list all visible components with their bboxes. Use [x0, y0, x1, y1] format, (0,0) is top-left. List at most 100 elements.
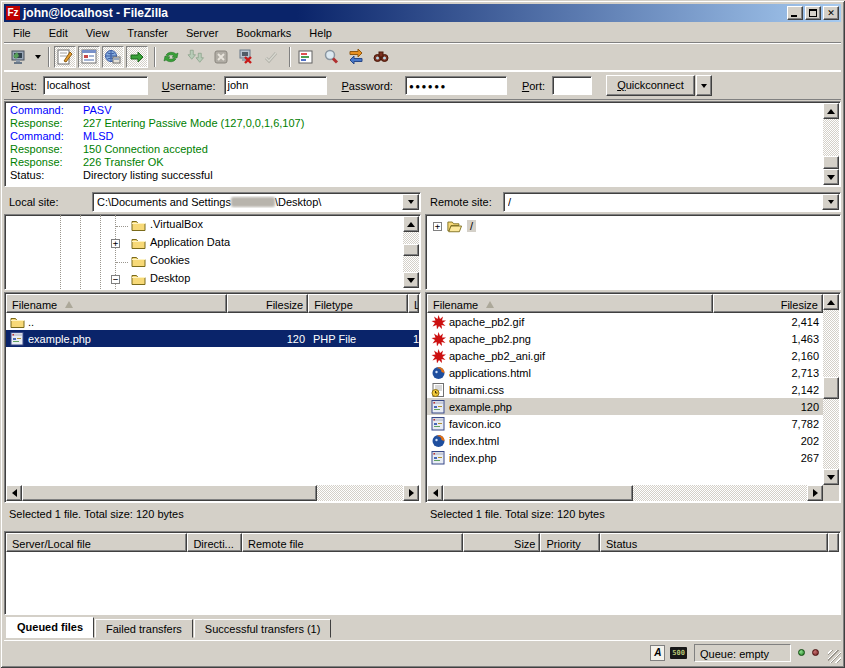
- tree-item-application-data[interactable]: + Application Data: [5, 235, 420, 252]
- process-queue-icon: [187, 48, 205, 66]
- file-row[interactable]: bitnami.css 2,142: [427, 381, 823, 398]
- menu-help[interactable]: Help: [300, 25, 341, 41]
- close-button[interactable]: ✕: [823, 6, 839, 20]
- file-row-parent-dir[interactable]: ..: [6, 313, 419, 330]
- title-bar[interactable]: Fz john@localhost - FileZilla ✕: [4, 4, 841, 22]
- quickconnect-button[interactable]: Quickconnect: [606, 75, 695, 96]
- remote-horizontal-scrollbar[interactable]: [427, 485, 823, 501]
- tree-expand-icon[interactable]: +: [111, 239, 120, 248]
- html-file-icon: [431, 366, 446, 380]
- menu-file[interactable]: File: [4, 25, 40, 41]
- file-row[interactable]: index.html 202: [427, 432, 823, 449]
- scroll-up-button[interactable]: [403, 216, 419, 232]
- toggle-local-tree-button[interactable]: [78, 46, 100, 68]
- column-header-filetype[interactable]: Filetype: [308, 294, 408, 313]
- tree-item-desktop[interactable]: − Desktop: [5, 271, 420, 288]
- toggle-transfer-queue-button[interactable]: [126, 46, 148, 68]
- menu-view[interactable]: View: [77, 25, 119, 41]
- remote-site-dropdown[interactable]: [822, 194, 839, 210]
- apache-image-file-icon: [431, 349, 446, 363]
- column-header-filesize[interactable]: Filesize: [227, 294, 308, 313]
- file-row-selected[interactable]: example.php 120: [427, 398, 823, 415]
- scroll-down-button[interactable]: [403, 272, 419, 288]
- minimize-button[interactable]: [787, 6, 803, 20]
- log-scrollbar[interactable]: [823, 103, 839, 185]
- column-header-filesize[interactable]: Filesize: [713, 294, 823, 313]
- file-row[interactable]: apache_pb2.gif 2,414: [427, 313, 823, 330]
- file-row[interactable]: apache_pb2_ani.gif 2,160: [427, 347, 823, 364]
- local-site-dropdown[interactable]: [402, 194, 419, 210]
- process-queue-button[interactable]: [185, 46, 207, 68]
- tab-successful-transfers[interactable]: Successful transfers (1): [194, 619, 332, 638]
- host-label: Host:: [11, 80, 37, 92]
- folder-icon: [131, 236, 146, 250]
- local-file-list: Filename Filesize Filetype L .. example.…: [4, 292, 421, 503]
- disconnect-button[interactable]: [235, 46, 257, 68]
- scroll-up-button[interactable]: [823, 103, 839, 119]
- find-files-button[interactable]: [370, 46, 392, 68]
- scroll-up-button[interactable]: [823, 294, 839, 310]
- remote-vertical-scrollbar[interactable]: [823, 294, 839, 485]
- scroll-right-button[interactable]: [403, 485, 419, 501]
- cancel-button[interactable]: [210, 46, 232, 68]
- username-input[interactable]: john: [224, 76, 327, 95]
- username-label: Username:: [162, 80, 216, 92]
- queue-column-remote-file[interactable]: Remote file: [242, 533, 463, 552]
- remote-site-combo[interactable]: /: [503, 192, 841, 212]
- password-input[interactable]: ●●●●●●: [405, 76, 507, 95]
- cancel-icon: [212, 48, 230, 66]
- transfer-type-indicator-icon: A: [650, 645, 665, 661]
- tab-queued-files[interactable]: Queued files: [6, 617, 94, 638]
- file-row[interactable]: favicon.ico 7,782: [427, 415, 823, 432]
- menu-server[interactable]: Server: [177, 25, 227, 41]
- scroll-left-button[interactable]: [427, 485, 443, 501]
- local-horizontal-scrollbar[interactable]: [6, 485, 419, 501]
- directory-comparison-button[interactable]: [320, 46, 342, 68]
- maximize-button[interactable]: [805, 6, 821, 20]
- queue-column-status[interactable]: Status: [600, 533, 828, 552]
- local-tree-scrollbar[interactable]: [403, 216, 419, 288]
- port-input[interactable]: [552, 76, 592, 95]
- scroll-down-button[interactable]: [823, 169, 839, 185]
- column-header-filename[interactable]: Filename: [6, 294, 227, 313]
- site-manager-button[interactable]: [7, 46, 29, 68]
- tree-collapse-icon[interactable]: −: [111, 275, 120, 284]
- scroll-down-button[interactable]: [823, 469, 839, 485]
- queue-column-size[interactable]: Size: [463, 533, 540, 552]
- menu-transfer[interactable]: Transfer: [118, 25, 177, 41]
- synchronized-browsing-button[interactable]: [345, 46, 367, 68]
- column-header-filename[interactable]: Filename: [427, 294, 713, 313]
- tab-failed-transfers[interactable]: Failed transfers: [95, 619, 193, 638]
- site-manager-dropdown[interactable]: [32, 46, 44, 68]
- queue-column-server-local-file[interactable]: Server/Local file: [6, 533, 187, 552]
- queue-column-direction[interactable]: Directi...: [187, 533, 242, 552]
- tree-item-cookies[interactable]: Cookies: [5, 253, 420, 270]
- scroll-right-button[interactable]: [807, 485, 823, 501]
- toggle-message-log-button[interactable]: [54, 46, 76, 68]
- file-row[interactable]: index.php 267: [427, 449, 823, 466]
- file-row[interactable]: apache_pb2.png 1,463: [427, 330, 823, 347]
- filter-button[interactable]: [295, 46, 317, 68]
- folder-icon: [131, 254, 146, 268]
- quickconnect-dropdown[interactable]: [696, 75, 712, 96]
- file-row[interactable]: applications.html 2,713: [427, 364, 823, 381]
- column-header-lastmodified[interactable]: L: [408, 294, 419, 313]
- menu-bookmarks[interactable]: Bookmarks: [227, 25, 300, 41]
- menu-bar: File Edit View Transfer Server Bookmarks…: [4, 23, 841, 42]
- queue-column-priority[interactable]: Priority: [540, 533, 600, 552]
- connection-led-red: [812, 649, 819, 656]
- host-input[interactable]: localhost: [43, 76, 148, 95]
- tree-expand-icon[interactable]: +: [433, 222, 442, 231]
- reconnect-button[interactable]: [260, 46, 282, 68]
- tree-item-virtualbox[interactable]: .VirtualBox: [5, 217, 420, 234]
- file-row-example-php[interactable]: example.php 120 PHP File 1: [6, 330, 419, 347]
- tree-item-root[interactable]: + /: [426, 218, 840, 235]
- password-label: Password:: [342, 80, 393, 92]
- menu-edit[interactable]: Edit: [40, 25, 77, 41]
- refresh-button[interactable]: [160, 46, 182, 68]
- local-site-combo[interactable]: C:\Documents and Settings\Desktop\: [92, 192, 421, 212]
- scroll-left-button[interactable]: [6, 485, 22, 501]
- connection-led-green: [798, 649, 805, 656]
- toggle-remote-tree-button[interactable]: [102, 46, 124, 68]
- resize-grip[interactable]: [828, 650, 841, 663]
